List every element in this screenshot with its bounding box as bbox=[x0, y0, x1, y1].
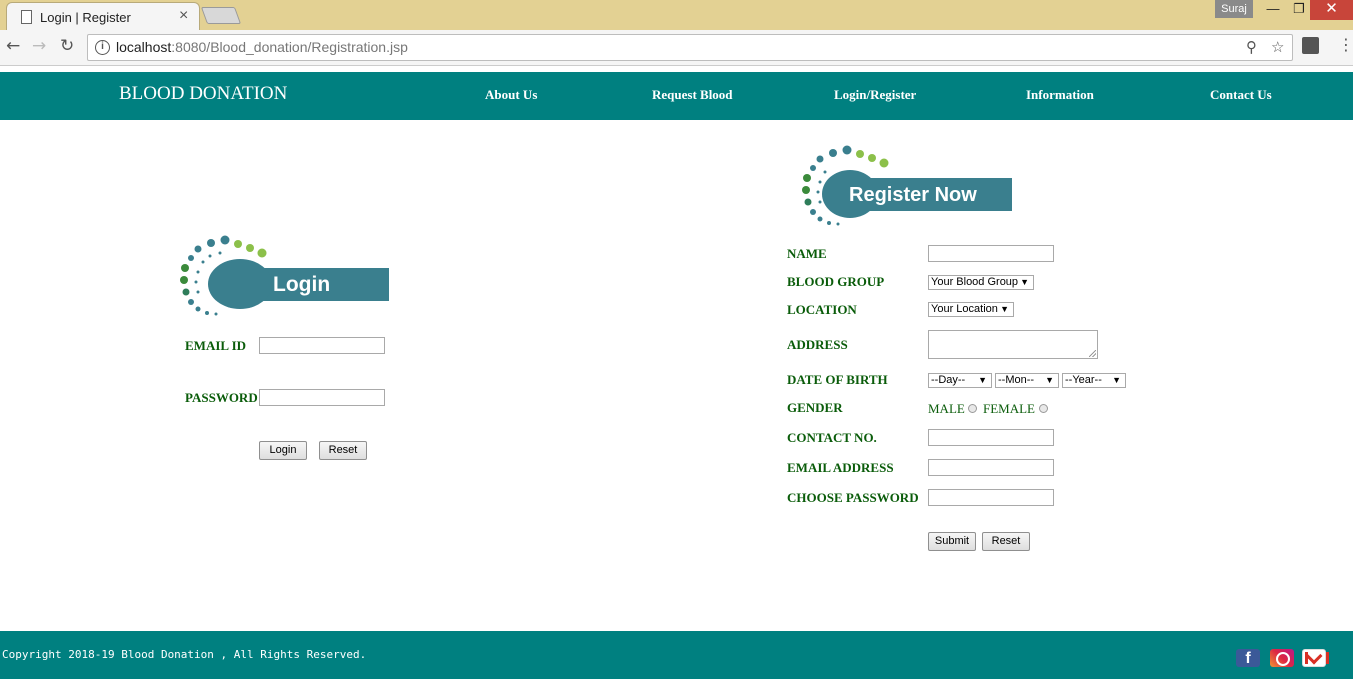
nav-contact-us[interactable]: Contact Us bbox=[1210, 87, 1272, 103]
dob-month-select[interactable]: --Mon-- ▼ bbox=[995, 373, 1059, 388]
dropdown-arrow-icon: ▼ bbox=[1000, 304, 1009, 314]
name-label: NAME bbox=[787, 246, 827, 261]
back-arrow-icon[interactable]: ← bbox=[6, 36, 20, 56]
contact-label: CONTACT NO. bbox=[787, 430, 877, 445]
browser-toolbar: ← → ↻ i localhost:8080/Blood_donation/Re… bbox=[0, 30, 1353, 66]
url-host: localhost bbox=[116, 39, 172, 55]
login-logo: Login bbox=[180, 235, 389, 316]
dob-day-value: --Day-- bbox=[931, 374, 966, 386]
extension-icon[interactable] bbox=[1302, 37, 1319, 54]
maximize-button[interactable]: ❐ bbox=[1286, 0, 1312, 20]
nav-request-blood[interactable]: Request Blood bbox=[652, 87, 733, 103]
address-label: ADDRESS bbox=[787, 337, 848, 352]
dob-day-select[interactable]: --Day-- ▼ bbox=[928, 373, 992, 388]
minimize-button[interactable]: — bbox=[1260, 0, 1286, 20]
location-select[interactable]: Your Location ▼ bbox=[928, 302, 1014, 317]
dropdown-arrow-icon: ▼ bbox=[1112, 375, 1121, 385]
address-textarea[interactable] bbox=[928, 330, 1098, 359]
tab-close-icon[interactable]: × bbox=[179, 7, 188, 25]
female-label: FEMALE bbox=[983, 401, 1035, 416]
new-tab-button[interactable] bbox=[200, 7, 242, 24]
dropdown-arrow-icon: ▼ bbox=[978, 375, 987, 385]
name-input[interactable] bbox=[928, 245, 1054, 262]
resize-grip-icon[interactable] bbox=[1089, 350, 1096, 357]
login-reset-button[interactable]: Reset bbox=[319, 441, 367, 460]
blood-group-select[interactable]: Your Blood Group ▼ bbox=[928, 275, 1034, 290]
register-password-input[interactable] bbox=[928, 489, 1054, 506]
dob-year-select[interactable]: --Year-- ▼ bbox=[1062, 373, 1126, 388]
login-email-input[interactable] bbox=[259, 337, 385, 354]
site-footer: Copyright 2018-19 Blood Donation , All R… bbox=[0, 631, 1353, 679]
register-email-input[interactable] bbox=[928, 459, 1054, 476]
email-address-label: EMAIL ADDRESS bbox=[787, 460, 894, 475]
submit-button[interactable]: Submit bbox=[928, 532, 976, 551]
copyright-text: Copyright 2018-19 Blood Donation , All R… bbox=[2, 648, 367, 661]
nav-login-register[interactable]: Login/Register bbox=[834, 87, 916, 103]
dob-month-value: --Mon-- bbox=[998, 374, 1035, 386]
register-reset-button[interactable]: Reset bbox=[982, 532, 1030, 551]
gender-label: GENDER bbox=[787, 400, 843, 415]
url-text[interactable]: localhost:8080/Blood_donation/Registrati… bbox=[116, 39, 408, 55]
contact-input[interactable] bbox=[928, 429, 1054, 446]
register-logo: Register Now bbox=[802, 145, 1012, 226]
instagram-icon[interactable] bbox=[1270, 649, 1294, 667]
window-close-button[interactable]: ✕ bbox=[1310, 0, 1353, 20]
dob-year-value: --Year-- bbox=[1065, 374, 1102, 386]
zoom-icon[interactable]: ⚲ bbox=[1246, 38, 1257, 56]
site-header: BLOOD DONATION About Us Request Blood Lo… bbox=[0, 72, 1353, 120]
nav-about-us[interactable]: About Us bbox=[485, 87, 537, 103]
site-brand[interactable]: BLOOD DONATION bbox=[119, 83, 287, 105]
email-id-label: EMAIL ID bbox=[185, 338, 247, 353]
forward-arrow-icon[interactable]: → bbox=[32, 36, 46, 56]
password-label: PASSWORD bbox=[185, 390, 258, 405]
dropdown-arrow-icon: ▼ bbox=[1020, 277, 1029, 287]
blood-group-value: Your Blood Group bbox=[931, 276, 1019, 288]
document-icon bbox=[21, 10, 32, 24]
facebook-icon[interactable]: f bbox=[1236, 649, 1260, 667]
gmail-icon[interactable] bbox=[1302, 649, 1329, 667]
location-value: Your Location bbox=[931, 303, 998, 315]
register-logo-text: Register Now bbox=[849, 184, 977, 206]
dropdown-arrow-icon: ▼ bbox=[1045, 375, 1054, 385]
reload-icon[interactable]: ↻ bbox=[60, 36, 74, 56]
address-bar[interactable]: i localhost:8080/Blood_donation/Registra… bbox=[87, 34, 1293, 61]
blood-group-label: BLOOD GROUP bbox=[787, 274, 885, 289]
female-radio[interactable] bbox=[1039, 404, 1048, 413]
login-password-input[interactable] bbox=[259, 389, 385, 406]
choose-password-label: CHOOSE PASSWORD bbox=[787, 490, 919, 505]
login-logo-circle bbox=[208, 259, 272, 309]
location-label: LOCATION bbox=[787, 302, 857, 317]
tab-title: Login | Register bbox=[40, 10, 131, 25]
browser-tabstrip: Login | Register × Suraj — ❐ ✕ bbox=[0, 0, 1353, 30]
url-path: :8080/Blood_donation/Registration.jsp bbox=[171, 39, 408, 55]
male-radio[interactable] bbox=[968, 404, 977, 413]
login-logo-text: Login bbox=[273, 273, 330, 296]
star-icon[interactable]: ☆ bbox=[1271, 38, 1284, 56]
dob-label: DATE OF BIRTH bbox=[787, 372, 888, 387]
login-button[interactable]: Login bbox=[259, 441, 307, 460]
menu-dots-icon[interactable]: ⋮ bbox=[1338, 35, 1353, 54]
browser-tab[interactable]: Login | Register × bbox=[6, 2, 200, 30]
info-icon[interactable]: i bbox=[95, 40, 110, 55]
male-label: MALE bbox=[928, 401, 965, 416]
nav-information[interactable]: Information bbox=[1026, 87, 1094, 103]
window-user-badge[interactable]: Suraj bbox=[1215, 0, 1253, 18]
